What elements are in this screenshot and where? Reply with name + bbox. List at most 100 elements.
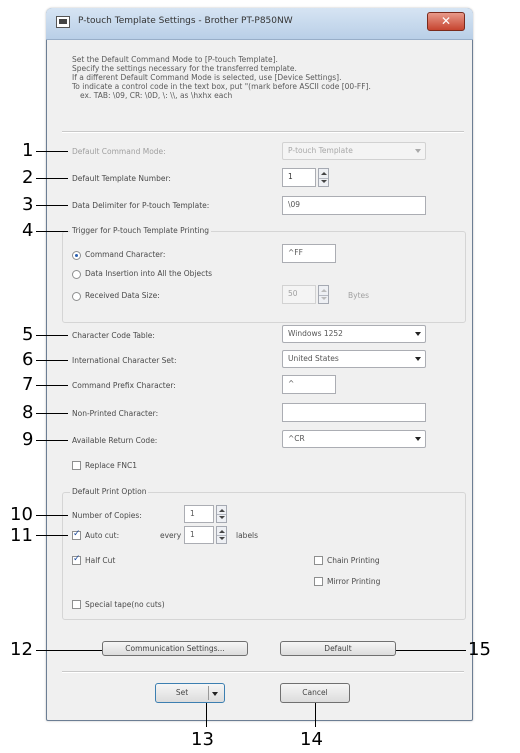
chain-printing-label: Chain Printing xyxy=(327,556,380,565)
default-button[interactable]: Default xyxy=(280,641,396,656)
character-code-table-value: Windows 1252 xyxy=(288,329,343,338)
replace-fnc1-checkbox[interactable] xyxy=(72,461,81,470)
spin-up-icon[interactable] xyxy=(219,509,225,512)
auto-cut-every-label: every xyxy=(160,531,182,540)
set-button[interactable]: Set xyxy=(155,683,225,703)
non-printed-character-input[interactable] xyxy=(282,403,426,422)
callout-line xyxy=(206,703,207,727)
chevron-down-icon[interactable] xyxy=(212,692,218,696)
chevron-down-icon xyxy=(415,332,421,336)
default-command-mode-select[interactable]: P-touch Template xyxy=(282,142,426,160)
callout-line xyxy=(36,535,68,536)
separator xyxy=(62,671,464,673)
separator xyxy=(62,131,464,133)
spinner-divider xyxy=(217,514,226,515)
international-character-set-label: International Character Set: xyxy=(72,356,177,365)
callout-number: 1 xyxy=(22,140,34,161)
spinner-divider xyxy=(217,535,226,536)
number-of-copies-spinner[interactable] xyxy=(216,505,227,523)
available-return-code-label: Available Return Code: xyxy=(72,436,158,445)
description-text: Set the Default Command Mode to [P-touch… xyxy=(72,55,452,100)
spinner-divider xyxy=(319,177,328,179)
non-printed-character-label: Non-Printed Character: xyxy=(72,409,159,418)
set-split-divider xyxy=(208,686,209,700)
description-line: Specify the settings necessary for the t… xyxy=(72,64,297,73)
spin-down-icon[interactable] xyxy=(219,516,225,519)
number-of-copies-label: Number of Copies: xyxy=(72,511,142,520)
window-title: P-touch Template Settings - Brother PT-P… xyxy=(78,16,293,26)
cancel-button[interactable]: Cancel xyxy=(280,683,350,703)
received-data-size-input[interactable]: 50 xyxy=(282,285,316,304)
data-insertion-label: Data Insertion into All the Objects xyxy=(85,269,213,278)
callout-line xyxy=(315,703,316,727)
template-number-spinner[interactable] xyxy=(318,168,329,187)
spin-down-icon[interactable] xyxy=(321,180,327,183)
character-code-table-label: Character Code Table: xyxy=(72,331,155,340)
callout-line xyxy=(36,360,68,361)
character-code-table-select[interactable]: Windows 1252 xyxy=(282,325,426,343)
command-character-label: Command Character: xyxy=(85,250,166,259)
communication-settings-button[interactable]: Communication Settings... xyxy=(102,641,248,656)
half-cut-label: Half Cut xyxy=(85,556,116,565)
print-option-group-title: Default Print Option xyxy=(70,487,149,496)
data-insertion-radio[interactable] xyxy=(72,270,81,279)
spin-down-icon[interactable] xyxy=(219,537,225,540)
number-of-copies-input[interactable]: 1 xyxy=(184,505,214,523)
callout-number: 2 xyxy=(22,167,34,188)
default-command-mode-value: P-touch Template xyxy=(288,146,353,155)
app-icon xyxy=(56,16,70,28)
callout-line xyxy=(36,413,68,414)
international-character-set-select[interactable]: United States xyxy=(282,350,426,368)
half-cut-checkbox[interactable] xyxy=(72,554,81,565)
callout-number: 5 xyxy=(22,324,34,345)
callout-line xyxy=(36,335,68,336)
auto-cut-label: Auto cut: xyxy=(85,531,120,540)
auto-cut-spinner[interactable] xyxy=(216,526,227,544)
set-button-label: Set xyxy=(175,688,189,697)
chevron-down-icon xyxy=(415,437,421,441)
command-prefix-character-input[interactable]: ^ xyxy=(282,375,336,394)
callout-number: 15 xyxy=(468,639,491,660)
special-tape-checkbox[interactable] xyxy=(72,600,81,609)
callout-number: 4 xyxy=(22,220,34,241)
received-data-size-spinner[interactable] xyxy=(318,285,329,304)
available-return-code-select[interactable]: ^CR xyxy=(282,430,426,448)
default-command-mode-label: Default Command Mode: xyxy=(72,147,166,156)
data-delimiter-input[interactable]: \09 xyxy=(282,196,426,215)
spin-up-icon[interactable] xyxy=(321,172,327,175)
description-line: If a different Default Command Mode is s… xyxy=(72,73,342,82)
callout-number: 3 xyxy=(22,194,34,215)
callout-line xyxy=(36,231,68,232)
received-data-size-radio[interactable] xyxy=(72,292,81,301)
default-template-number-input[interactable]: 1 xyxy=(282,168,316,187)
command-character-input[interactable]: ^FF xyxy=(282,244,336,263)
international-character-set-value: United States xyxy=(288,354,339,363)
trigger-group-title: Trigger for P-touch Template Printing xyxy=(70,226,212,235)
description-line: To indicate a control code in the text b… xyxy=(72,82,371,91)
command-prefix-character-label: Command Prefix Character: xyxy=(72,381,176,390)
chain-printing-checkbox[interactable] xyxy=(314,556,323,565)
spin-down-icon[interactable] xyxy=(321,297,327,300)
callout-line xyxy=(36,178,68,179)
replace-fnc1-label: Replace FNC1 xyxy=(85,461,137,470)
close-button[interactable]: ✕ xyxy=(427,12,465,31)
callout-line xyxy=(36,515,68,516)
auto-cut-every-input[interactable]: 1 xyxy=(184,526,214,544)
available-return-code-value: ^CR xyxy=(288,434,305,443)
received-data-size-label: Received Data Size: xyxy=(85,291,160,300)
callout-line xyxy=(396,650,466,651)
spin-up-icon[interactable] xyxy=(219,530,225,533)
callout-line xyxy=(36,385,68,386)
callout-number: 13 xyxy=(191,729,214,750)
callout-number: 7 xyxy=(22,374,34,395)
description-line: Set the Default Command Mode to [P-touch… xyxy=(72,55,278,64)
command-character-radio[interactable] xyxy=(72,251,81,260)
callout-line xyxy=(36,151,68,152)
description-line: ex. TAB: \09, CR: \0D, \: \\, as \hxhx e… xyxy=(80,91,233,100)
mirror-printing-checkbox[interactable] xyxy=(314,577,323,586)
special-tape-label: Special tape(no cuts) xyxy=(85,600,165,609)
callout-line xyxy=(36,440,68,441)
callout-number: 14 xyxy=(300,729,323,750)
spin-up-icon[interactable] xyxy=(321,289,327,292)
auto-cut-checkbox[interactable] xyxy=(72,529,81,540)
